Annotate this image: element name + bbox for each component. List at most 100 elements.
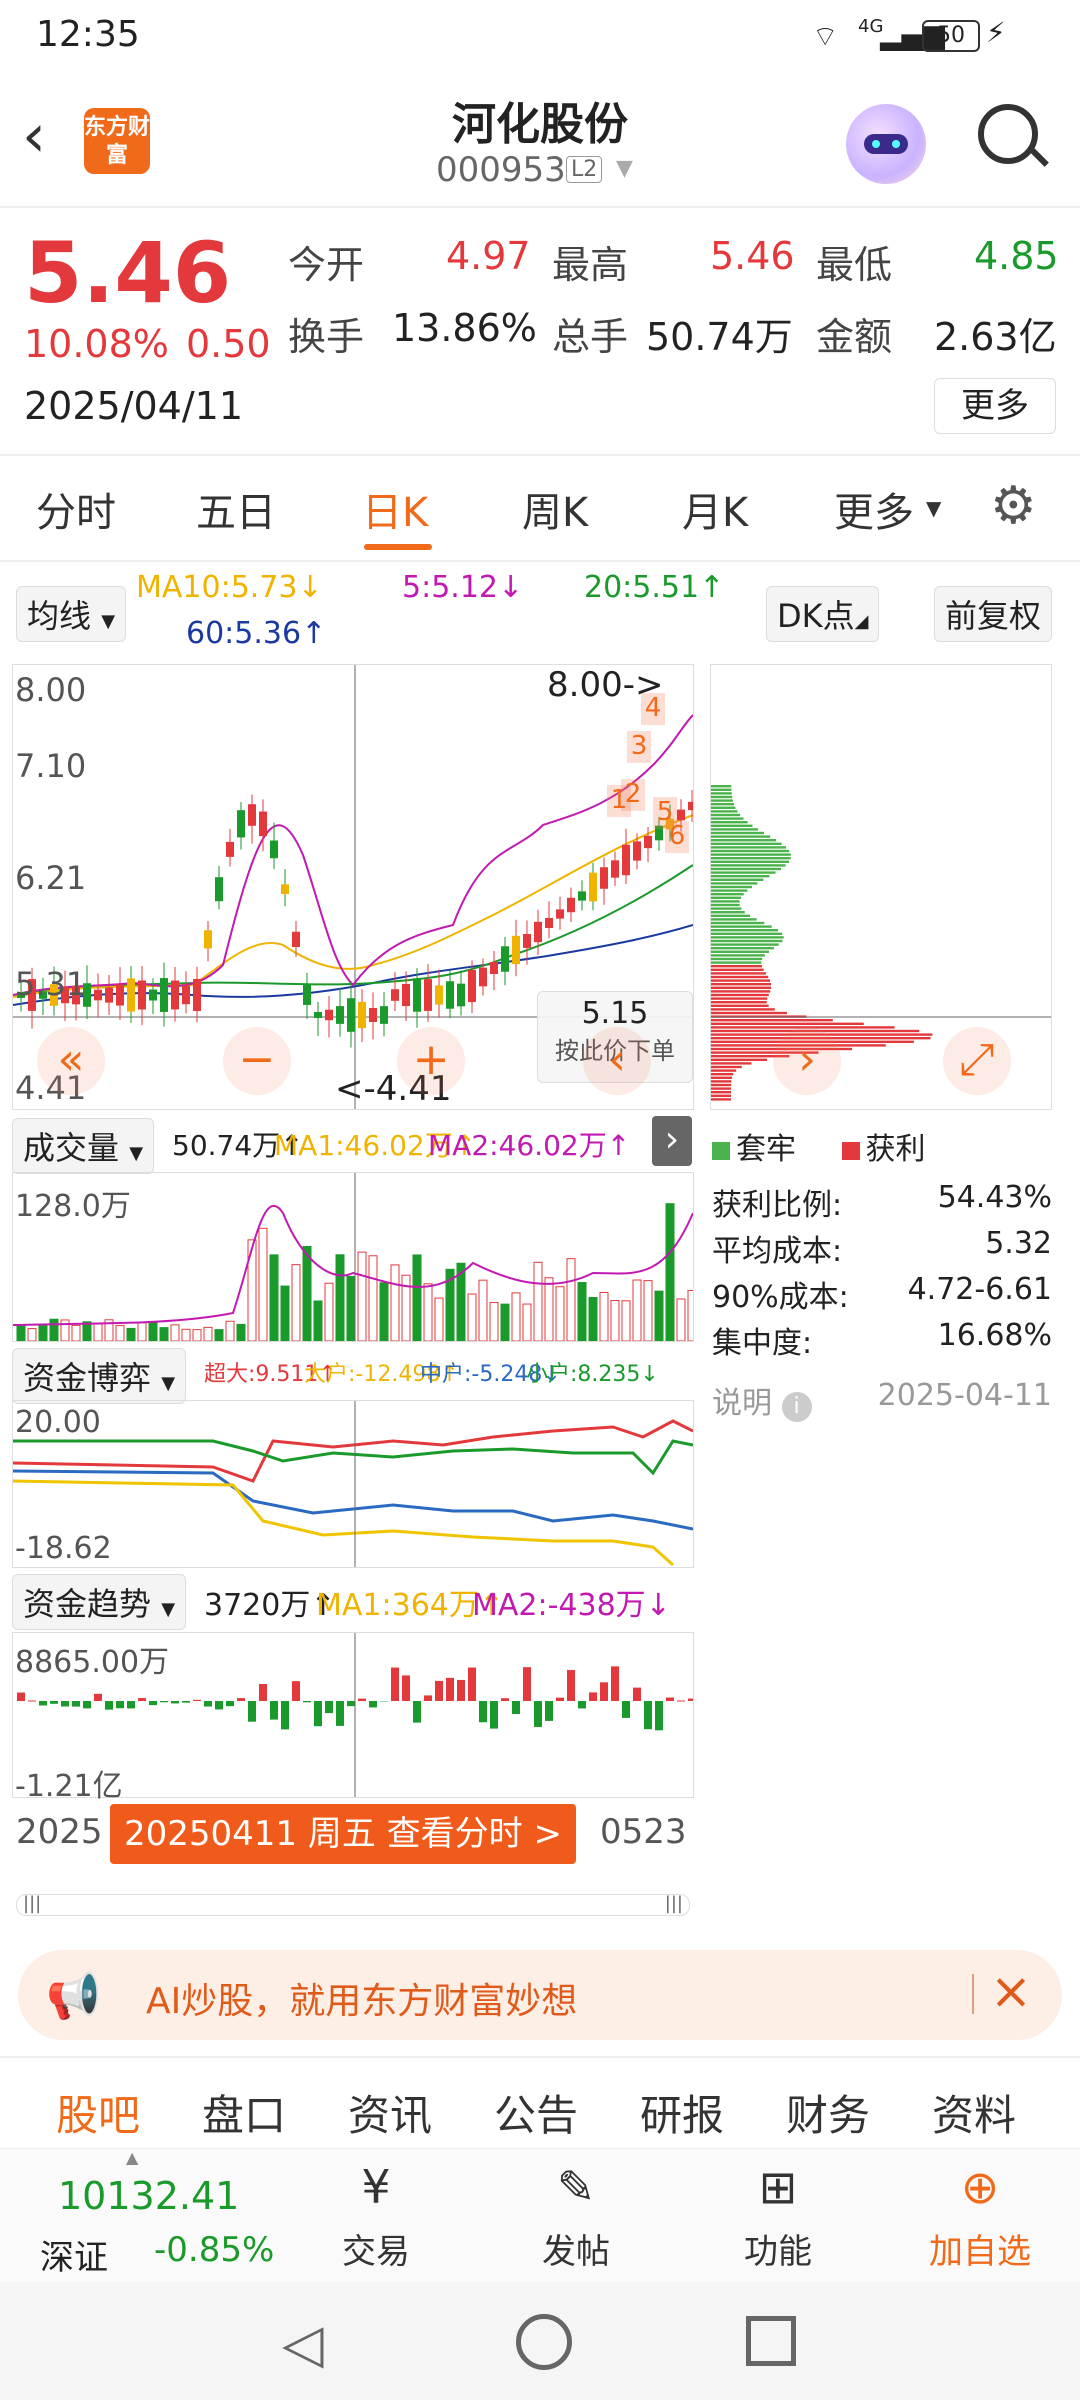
candle — [127, 978, 135, 1012]
ma-select[interactable]: 均线 ▼ — [16, 586, 127, 642]
tab-weekly-k[interactable]: 周K — [522, 480, 588, 538]
chip-distribution-chart[interactable]: › ⤢ — [710, 664, 1052, 1110]
chip-stat-value: 5.32 — [985, 1226, 1052, 1261]
dk-point-button[interactable]: DK点◢ — [766, 586, 880, 642]
candle — [182, 985, 190, 1005]
forward-adjust-button[interactable]: 前复权 — [934, 586, 1053, 642]
tab-financials[interactable]: 财务 — [786, 2082, 870, 2143]
bottom-tabs-divider — [0, 2056, 1080, 2058]
candle — [633, 841, 641, 861]
chip-bar — [711, 864, 786, 867]
add-watchlist-nav-button[interactable]: ⊕ 加自选 — [910, 2160, 1050, 2273]
home-nav-icon[interactable] — [516, 2314, 572, 2370]
fund-trend-bar — [347, 1701, 355, 1707]
fund-trend-bar — [182, 1701, 190, 1703]
chevron-down-icon: ▼ — [926, 496, 942, 520]
signal-label-2[interactable]: 2 — [621, 779, 645, 811]
signal-label-6[interactable]: 6 — [665, 821, 689, 853]
fund-trend-select[interactable]: 资金趋势 ▼ — [12, 1574, 187, 1630]
expand-icon[interactable]: ⤢ — [943, 1027, 1011, 1095]
chip-bar — [711, 1069, 737, 1072]
ai-assistant-avatar[interactable] — [846, 104, 926, 184]
fund-trend-chart[interactable]: 8865.00万 -1.21亿 — [12, 1632, 696, 1804]
low-value: 4.85 — [974, 234, 1059, 278]
candle — [116, 984, 124, 1006]
index-change[interactable]: -0.85% — [154, 2230, 274, 2270]
fund-trend-bar — [127, 1701, 135, 1709]
index-value[interactable]: 10132.41 — [58, 2174, 239, 2218]
tab-minute[interactable]: 分时 — [36, 480, 116, 538]
tab-more[interactable]: 更多 — [834, 480, 914, 538]
post-nav-button[interactable]: ✎ 发帖 — [516, 2160, 636, 2273]
zoom-out-icon[interactable]: − — [223, 1027, 291, 1095]
signal-label-3[interactable]: 3 — [627, 731, 651, 763]
range-right-handle[interactable]: ||| — [665, 1893, 683, 1914]
y-label-2: 7.10 — [15, 747, 87, 785]
ai-ad-banner[interactable]: 📢 AI炒股，就用东方财富妙想 × — [18, 1950, 1062, 2040]
chip-bar — [711, 1019, 833, 1022]
tab-daily-k[interactable]: 日K — [362, 480, 428, 538]
tab-research[interactable]: 研报 — [640, 2082, 724, 2143]
volume-bar — [335, 1254, 345, 1342]
range-scrollbar[interactable]: ||| ||| — [16, 1893, 690, 1916]
settings-gear-icon[interactable]: ⚙ — [990, 476, 1037, 536]
volume-bar — [412, 1254, 422, 1342]
range-left-handle[interactable]: ||| — [23, 1893, 41, 1914]
fund-trend-bar — [358, 1698, 366, 1701]
fund-game-select[interactable]: 资金博弈 ▼ — [12, 1348, 187, 1404]
fund-game-y-bottom: -18.62 — [15, 1531, 112, 1566]
tab-forum[interactable]: 股吧 — [56, 2082, 140, 2143]
chip-bar — [711, 1011, 787, 1015]
expand-panel-icon[interactable]: › — [652, 1116, 692, 1166]
tab-profile[interactable]: 资料 — [932, 2082, 1016, 2143]
index-name[interactable]: 深证 — [40, 2230, 108, 2279]
chip-bar — [711, 803, 734, 806]
info-icon[interactable]: i — [781, 1392, 812, 1422]
kline-chart[interactable]: 8.00 7.10 6.21 5.31 4.41 8.00-> <-4.41 4… — [12, 664, 696, 1110]
zoom-in-icon[interactable]: + — [397, 1027, 465, 1095]
date-tooltip-view-minute[interactable]: 20250411 周五 查看分时 > — [110, 1804, 576, 1864]
tab-five-day[interactable]: 五日 — [196, 480, 276, 538]
volume-bar — [346, 1275, 356, 1342]
fund-trend-bar — [424, 1695, 432, 1701]
volume-bar — [159, 1327, 169, 1342]
function-nav-button[interactable]: ⊞ 功能 — [718, 2160, 838, 2273]
tab-news[interactable]: 资讯 — [348, 2082, 432, 2143]
fund-game-select-label: 资金博弈 — [23, 1359, 152, 1397]
candle — [171, 980, 179, 1010]
recents-nav-icon[interactable] — [746, 2316, 796, 2366]
candle — [435, 985, 443, 1005]
chevron-down-icon[interactable]: ▼ — [616, 156, 633, 181]
candle — [270, 840, 278, 859]
fund-trend-bar — [479, 1701, 487, 1723]
level2-badge[interactable]: L2 — [566, 156, 603, 183]
trade-nav-button[interactable]: ¥ 交易 — [316, 2160, 436, 2273]
tab-announcements[interactable]: 公告 — [494, 2082, 578, 2143]
scroll-left-icon[interactable]: « — [37, 1027, 105, 1095]
chip-bar — [711, 990, 771, 993]
search-icon[interactable] — [978, 104, 1038, 164]
fund-trend-bar — [292, 1681, 300, 1701]
tab-order-book[interactable]: 盘口 — [202, 2082, 286, 2143]
candle — [160, 978, 168, 1012]
more-quote-button[interactable]: 更多 — [934, 378, 1056, 434]
back-nav-icon[interactable]: ◁ — [282, 2312, 324, 2375]
signal-label-4[interactable]: 4 — [641, 693, 665, 725]
chip-bar — [711, 882, 758, 885]
chip-bar — [711, 997, 768, 1000]
fund-trend-bar — [204, 1701, 212, 1707]
chip-next-icon[interactable]: › — [773, 1027, 841, 1095]
tab-monthly-k[interactable]: 月K — [682, 480, 748, 538]
close-icon[interactable]: × — [990, 1962, 1032, 2020]
chip-stat-row: 获利比例: 54.43% — [712, 1180, 1052, 1226]
chip-note-row[interactable]: 说明 i 2025-04-11 — [712, 1378, 1052, 1424]
fund-trend-bar — [391, 1667, 399, 1701]
candle — [204, 930, 212, 949]
ma-select-label: 均线 — [27, 597, 92, 635]
volume-chart[interactable]: 128.0万 — [12, 1172, 697, 1342]
candle — [358, 1001, 366, 1029]
scroll-right-icon[interactable]: ‹ — [583, 1027, 651, 1095]
fund-game-chart[interactable]: 20.00 -18.62 — [12, 1400, 694, 1568]
volume-select[interactable]: 成交量 ▼ — [12, 1118, 155, 1174]
fund-trend-bar — [17, 1692, 25, 1701]
